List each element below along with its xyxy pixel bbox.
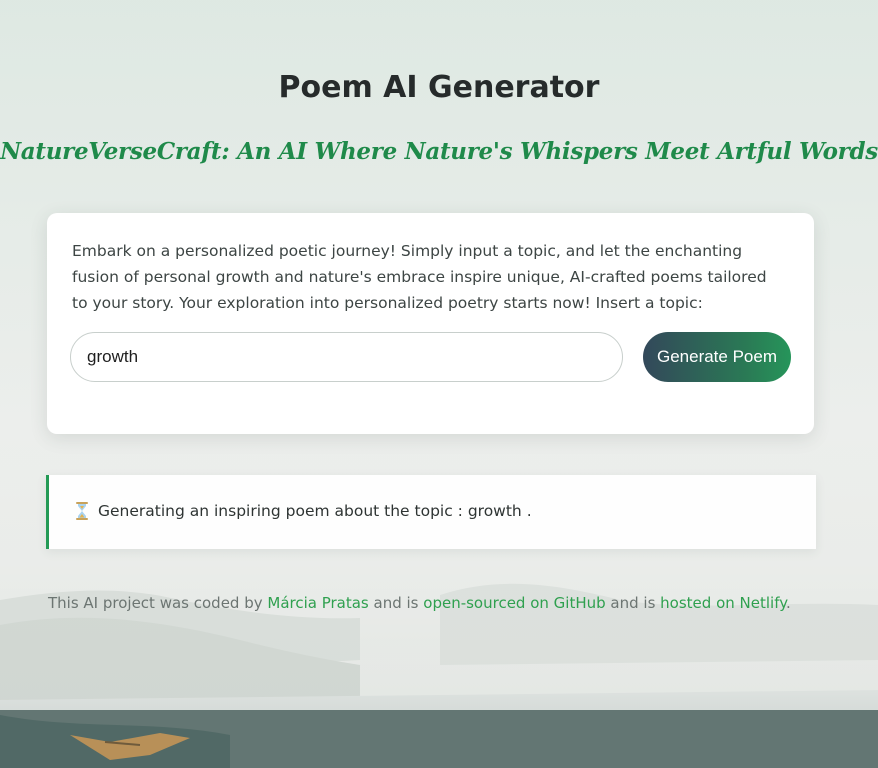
netlify-link[interactable]: hosted on Netlify	[660, 594, 786, 612]
footer-text-2: and is	[368, 594, 424, 612]
hourglass-icon	[76, 502, 88, 520]
status-message: Generating an inspiring poem about the t…	[98, 502, 522, 520]
footer-text-4: .	[785, 594, 791, 612]
footer-credits: This AI project was coded by Márcia Prat…	[48, 594, 848, 612]
topic-input[interactable]	[70, 332, 623, 382]
page-title: Poem AI Generator	[278, 70, 600, 105]
author-link[interactable]: Márcia Pratas	[267, 594, 368, 612]
github-link[interactable]: open-sourced on GitHub	[423, 594, 605, 612]
footer-text-1: This AI project was coded by	[48, 594, 268, 612]
footer-text-3: and is	[605, 594, 661, 612]
generation-status-box: Generating an inspiring poem about the t…	[46, 475, 816, 549]
generate-poem-button[interactable]: Generate Poem	[643, 332, 791, 382]
page-subtitle: NatureVerseCraft: An AI Where Nature's W…	[0, 138, 878, 165]
form-intro-text: Embark on a personalized poetic journey!…	[72, 242, 767, 312]
poem-form-card: Embark on a personalized poetic journey!…	[47, 213, 814, 434]
status-suffix: .	[526, 502, 532, 520]
page: Poem AI Generator NatureVerseCraft: An A…	[0, 0, 878, 768]
status-row: Generating an inspiring poem about the t…	[75, 502, 532, 520]
